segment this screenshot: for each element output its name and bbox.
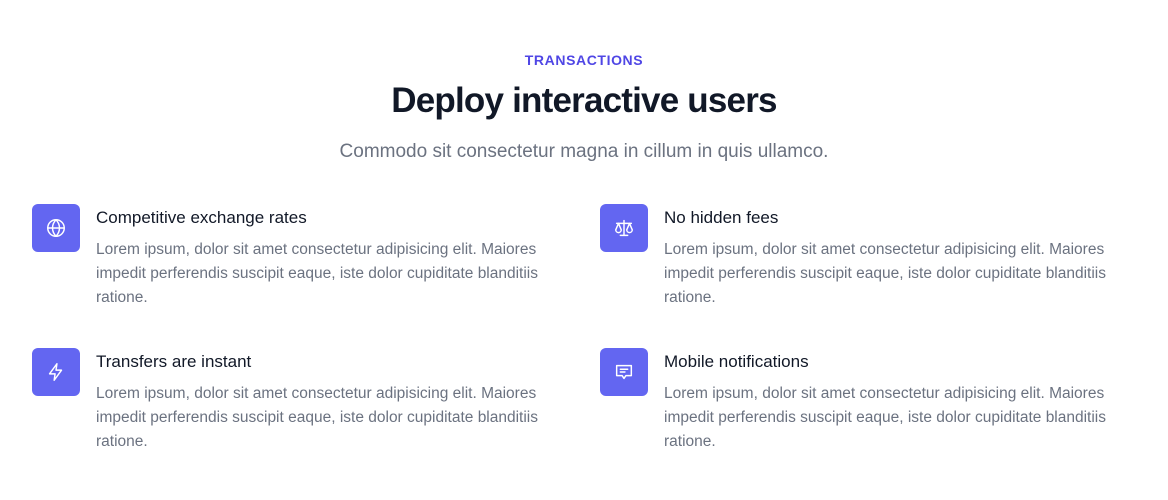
section-eyebrow: TRANSACTIONS — [524, 52, 644, 68]
section-subtitle: Commodo sit consectetur magna in cillum … — [339, 141, 829, 162]
scale-icon — [600, 204, 648, 252]
chat-alt-icon — [600, 348, 648, 396]
feature-description: Lorem ipsum, dolor sit amet consectetur … — [664, 385, 1106, 450]
lightning-bolt-icon — [32, 348, 80, 396]
feature-description: Lorem ipsum, dolor sit amet consectetur … — [664, 241, 1106, 306]
feature-title: Mobile notifications — [664, 352, 809, 371]
feature-title: Competitive exchange rates — [96, 208, 307, 227]
feature-title: No hidden fees — [664, 208, 779, 227]
feature-description: Lorem ipsum, dolor sit amet consectetur … — [96, 385, 538, 450]
globe-icon — [32, 204, 80, 252]
section-title: Deploy interactive users — [391, 81, 777, 120]
feature-description: Lorem ipsum, dolor sit amet consectetur … — [96, 241, 538, 306]
feature-title: Transfers are instant — [96, 352, 252, 371]
